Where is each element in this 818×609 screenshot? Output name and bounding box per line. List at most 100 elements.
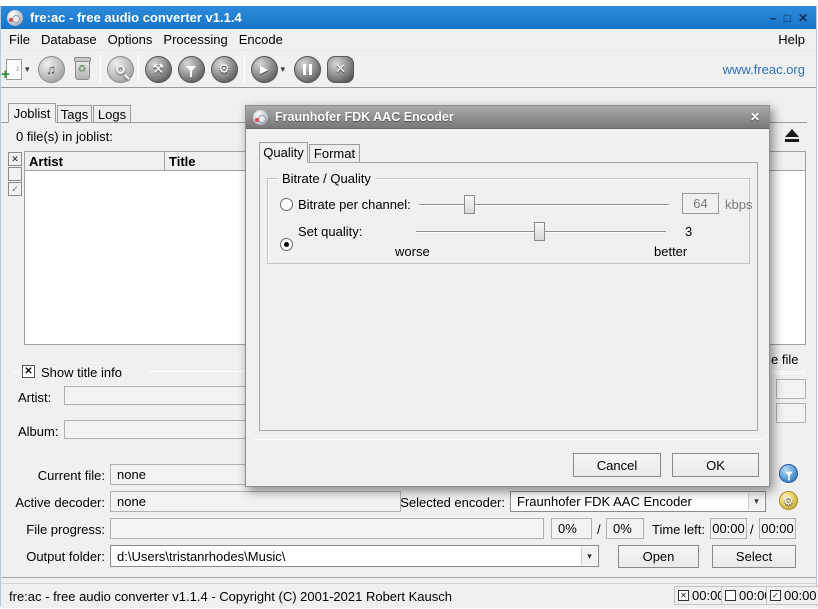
dialog-tab-format[interactable]: Format bbox=[309, 144, 360, 163]
ok-button[interactable]: OK bbox=[672, 453, 759, 477]
app-icon bbox=[7, 10, 23, 26]
gear-glyph: ⚙ bbox=[783, 494, 794, 508]
select-all-button[interactable]: ✕ bbox=[8, 152, 22, 166]
stop-encoding-icon[interactable]: ✕ bbox=[327, 56, 354, 83]
recycle-glyph: ♻ bbox=[78, 64, 87, 75]
active-decoder-field: none bbox=[110, 491, 401, 512]
open-button[interactable]: Open bbox=[618, 545, 699, 568]
cddb-query-icon[interactable] bbox=[107, 56, 134, 83]
quality-value: 3 bbox=[685, 224, 692, 239]
crossed-box-icon: ✕ bbox=[678, 590, 689, 601]
slash-separator: / bbox=[750, 522, 754, 537]
output-folder-combobox[interactable]: d:\Users\tristanrhodes\Music\ ▾ bbox=[110, 545, 599, 567]
bitrate-value-field[interactable]: 64 bbox=[682, 193, 719, 214]
chevron-down-icon[interactable]: ▾ bbox=[748, 493, 764, 510]
add-files-dropdown-icon[interactable]: ▾ bbox=[25, 64, 30, 75]
title-bar: fre:ac - free audio converter v1.1.4 – □… bbox=[1, 6, 816, 29]
quality-radio[interactable] bbox=[280, 238, 293, 251]
statusbar-text: fre:ac - free audio converter v1.1.4 - C… bbox=[9, 589, 452, 604]
bitrate-radio[interactable] bbox=[280, 198, 293, 211]
processing-status-icon[interactable] bbox=[779, 464, 798, 483]
gear-glyph: ⚙ bbox=[218, 61, 230, 77]
album-label: Album: bbox=[18, 424, 58, 439]
statusbar-time: 00:00 bbox=[692, 588, 725, 603]
toolbar: + ♪ ▾ ♫ ♻ ⚒ ⚙ ▶ ▾ ✕ www.freac.org bbox=[1, 50, 816, 88]
bitrate-unit-label: kbps bbox=[725, 197, 752, 212]
menu-file[interactable]: File bbox=[9, 32, 30, 47]
website-link[interactable]: www.freac.org bbox=[723, 62, 805, 77]
eject-icon bbox=[785, 129, 799, 137]
statusbar-time: 00:00 bbox=[784, 588, 817, 603]
statusbar-time-segment: ✓ 00:00 bbox=[766, 586, 818, 605]
artist-field[interactable] bbox=[64, 386, 247, 405]
general-settings-icon[interactable]: ⚒ bbox=[145, 56, 172, 83]
pause-encoding-icon[interactable] bbox=[294, 56, 321, 83]
select-none-button[interactable] bbox=[8, 167, 22, 181]
menu-processing[interactable]: Processing bbox=[163, 32, 227, 47]
processing-filter-icon[interactable] bbox=[178, 56, 205, 83]
artist-label: Artist: bbox=[18, 390, 51, 405]
output-folder-label: Output folder: bbox=[0, 549, 105, 564]
bitrate-slider-track[interactable] bbox=[419, 204, 669, 206]
tab-tags[interactable]: Tags bbox=[57, 105, 92, 123]
total-percent-box: 0% bbox=[606, 518, 644, 539]
magnifier-glyph bbox=[116, 65, 125, 74]
eject-button[interactable] bbox=[782, 126, 802, 144]
single-file-label-fragment: e file bbox=[771, 352, 798, 367]
app-window: fre:ac - free audio converter v1.1.4 – □… bbox=[0, 0, 818, 609]
field-fragment bbox=[776, 403, 806, 423]
quality-slider-thumb[interactable] bbox=[534, 222, 545, 241]
menu-encode[interactable]: Encode bbox=[239, 32, 283, 47]
configure-encoder-icon[interactable]: ⚙ bbox=[779, 491, 798, 510]
encoder-config-dialog: Fraunhofer FDK AAC Encoder ✕ Quality For… bbox=[245, 105, 770, 487]
plus-icon: + bbox=[1, 66, 10, 83]
tab-joblist[interactable]: Joblist bbox=[8, 103, 56, 123]
dialog-separator bbox=[254, 439, 763, 440]
bitrate-slider-thumb[interactable] bbox=[464, 195, 475, 214]
configure-settings-icon[interactable]: ⚙ bbox=[211, 56, 238, 83]
menu-database[interactable]: Database bbox=[41, 32, 97, 47]
window-divider bbox=[1, 577, 816, 578]
slash-separator: / bbox=[597, 522, 601, 537]
menu-options[interactable]: Options bbox=[108, 32, 153, 47]
funnel-glyph bbox=[186, 66, 196, 72]
show-title-info-checkbox[interactable]: ✕ bbox=[22, 365, 35, 378]
output-folder-value: d:\Users\tristanrhodes\Music\ bbox=[117, 549, 285, 564]
album-field[interactable] bbox=[64, 420, 247, 439]
chevron-down-icon[interactable]: ▾ bbox=[581, 547, 597, 565]
toolbar-separator bbox=[100, 55, 101, 83]
column-artist[interactable]: Artist bbox=[25, 152, 165, 170]
time-left-label: Time left: bbox=[652, 522, 705, 537]
play-glyph: ▶ bbox=[260, 63, 268, 76]
dialog-title: Fraunhofer FDK AAC Encoder bbox=[275, 110, 454, 124]
selected-encoder-value: Fraunhofer FDK AAC Encoder bbox=[517, 494, 692, 509]
tools-glyph: ⚒ bbox=[152, 61, 164, 77]
tab-logs[interactable]: Logs bbox=[93, 105, 131, 123]
menu-help[interactable]: Help bbox=[778, 29, 805, 50]
active-decoder-label: Active decoder: bbox=[0, 495, 105, 510]
clear-joblist-icon[interactable]: ♻ bbox=[75, 59, 90, 80]
add-files-icon[interactable]: + ♪ bbox=[6, 59, 22, 80]
file-progress-label: File progress: bbox=[0, 522, 105, 537]
show-title-info-label[interactable]: Show title info bbox=[41, 365, 122, 380]
field-fragment bbox=[776, 379, 806, 399]
start-encoding-icon[interactable]: ▶ bbox=[251, 56, 278, 83]
toggle-selection-button[interactable]: ✓ bbox=[8, 182, 22, 196]
close-button[interactable]: ✕ bbox=[798, 11, 808, 25]
select-button[interactable]: Select bbox=[712, 545, 796, 568]
minimize-button[interactable]: – bbox=[770, 11, 777, 25]
toolbar-separator bbox=[138, 55, 139, 83]
time-left-file-box: 00:00 bbox=[710, 518, 747, 539]
group-border-fragment bbox=[770, 373, 806, 374]
empty-box-icon bbox=[725, 590, 736, 601]
cancel-button[interactable]: Cancel bbox=[573, 453, 661, 477]
music-note-icon: ♪ bbox=[16, 63, 21, 73]
dialog-tab-quality[interactable]: Quality bbox=[259, 142, 308, 163]
start-encoding-dropdown-icon[interactable]: ▾ bbox=[281, 64, 286, 75]
joblist-music-icon[interactable]: ♫ bbox=[38, 56, 65, 83]
music-glyph: ♫ bbox=[46, 62, 56, 77]
selected-encoder-combobox[interactable]: Fraunhofer FDK AAC Encoder ▾ bbox=[510, 491, 766, 512]
dialog-close-icon[interactable]: ✕ bbox=[750, 110, 760, 124]
maximize-button[interactable]: □ bbox=[784, 11, 791, 25]
current-file-label: Current file: bbox=[0, 468, 105, 483]
